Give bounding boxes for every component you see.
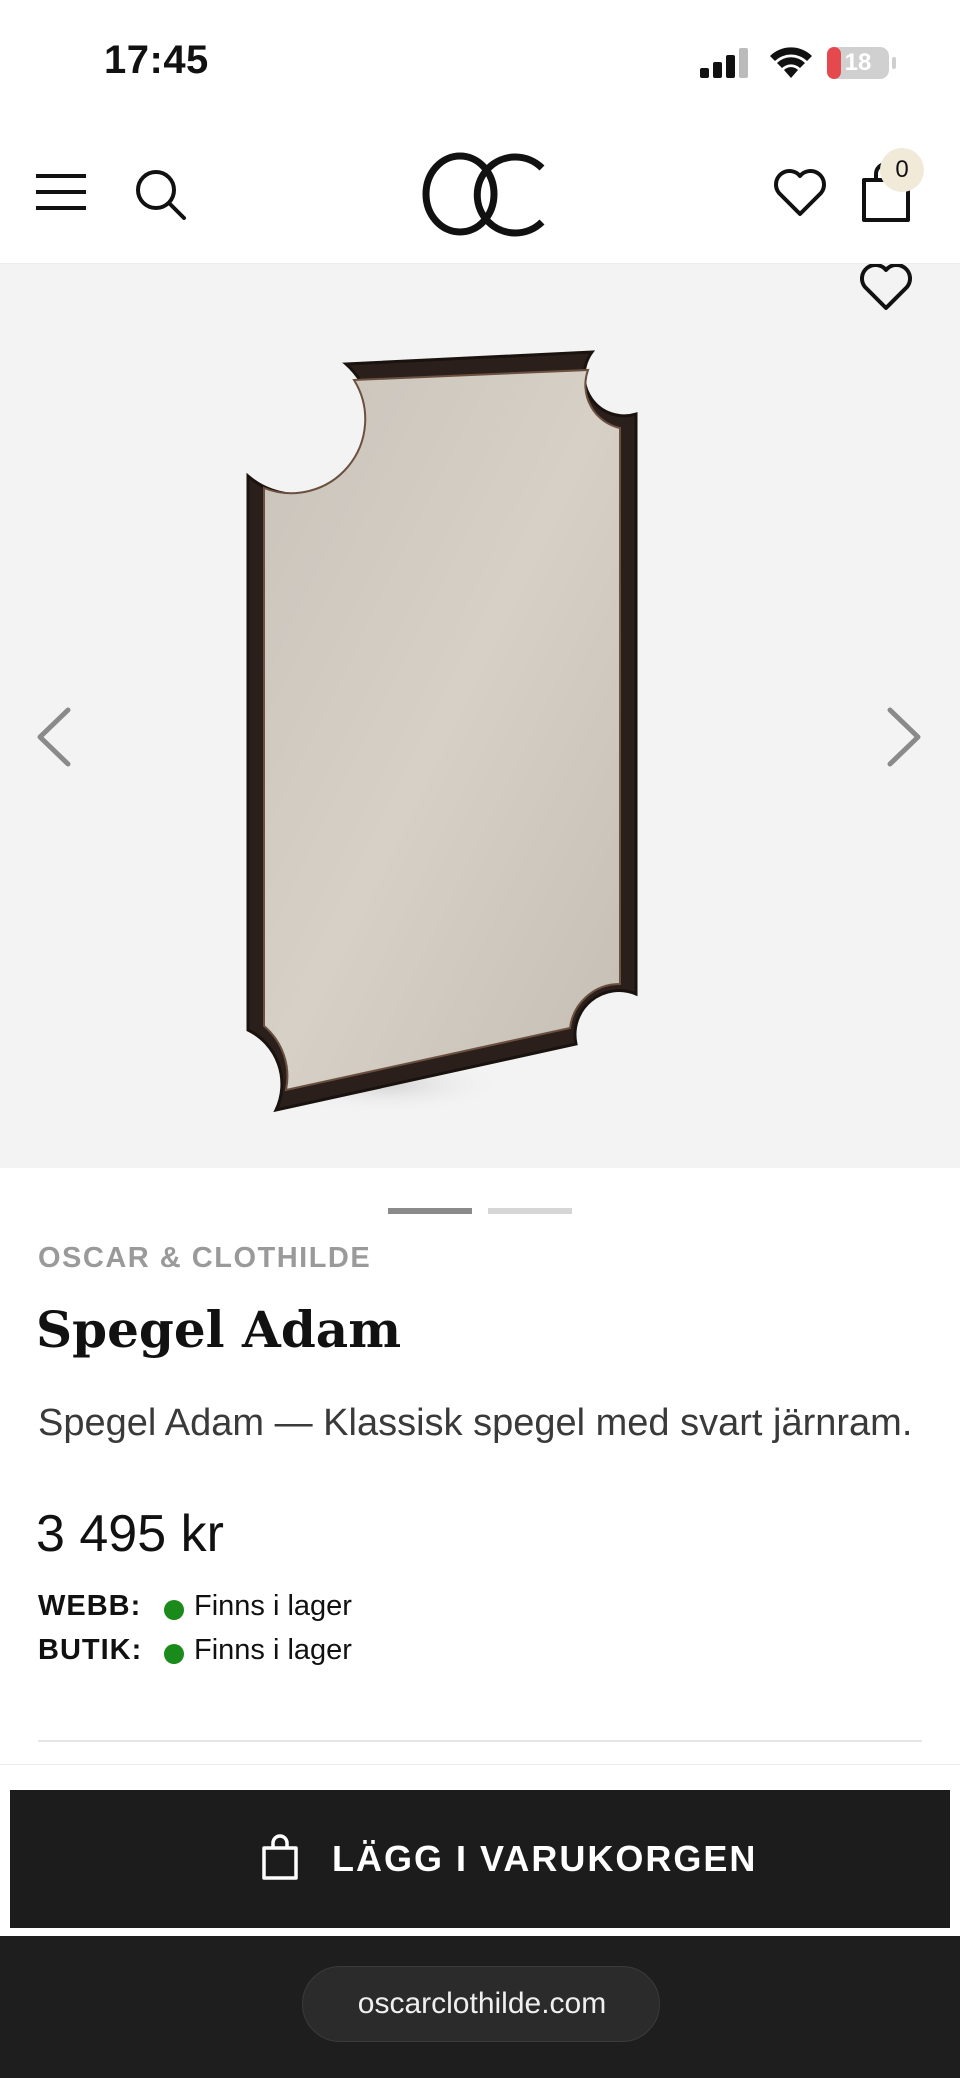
stock-status: Finns i lager: [194, 1590, 352, 1622]
pagination-dot-active[interactable]: [388, 1208, 472, 1214]
shopping-bag-icon: [262, 1834, 298, 1880]
in-stock-dot-icon: [164, 1600, 184, 1620]
stock-status: Finns i lager: [194, 1634, 352, 1666]
wifi-icon: [770, 47, 812, 78]
browser-toolbar: oscarclothilde.com: [0, 1936, 960, 2078]
menu-icon[interactable]: [36, 172, 88, 212]
wishlist-heart-icon[interactable]: [772, 164, 828, 220]
product-description: Spegel Adam — Klassisk spegel med svart …: [38, 1402, 913, 1444]
address-bar[interactable]: oscarclothilde.com: [302, 1966, 660, 2042]
add-to-cart-label: LÄGG I VARUKORGEN: [332, 1838, 758, 1879]
status-bar: 17:45 18: [0, 0, 960, 128]
cart-count-badge: 0: [880, 148, 924, 192]
status-time: 17:45: [104, 38, 209, 82]
signal-icon: [700, 48, 748, 78]
stock-label: BUTIK:: [38, 1634, 143, 1666]
url-text: oscarclothilde.com: [357, 1987, 607, 2020]
battery-icon: 18: [826, 46, 898, 80]
brand-logo[interactable]: [418, 146, 548, 242]
site-header: 0: [0, 128, 960, 264]
product-image-mirror: [246, 350, 638, 1114]
search-icon[interactable]: [132, 166, 188, 222]
divider: [38, 1740, 922, 1742]
gallery-pagination: [388, 1208, 572, 1216]
pagination-dot[interactable]: [488, 1208, 572, 1214]
divider: [0, 1764, 960, 1765]
product-title: Spegel Adam: [36, 1300, 402, 1359]
in-stock-dot-icon: [164, 1644, 184, 1664]
add-to-cart-button[interactable]: LÄGG I VARUKORGEN: [10, 1790, 950, 1928]
chevron-left-icon[interactable]: [32, 704, 76, 770]
battery-level: 18: [844, 49, 872, 76]
product-brand[interactable]: OSCAR & CLOTHILDE: [38, 1242, 371, 1275]
product-image-gallery[interactable]: [0, 264, 960, 1168]
chevron-right-icon[interactable]: [882, 704, 926, 770]
stock-label: WEBB:: [38, 1590, 142, 1622]
gallery-heart-icon[interactable]: [858, 264, 914, 314]
product-price: 3 495 kr: [36, 1505, 224, 1563]
